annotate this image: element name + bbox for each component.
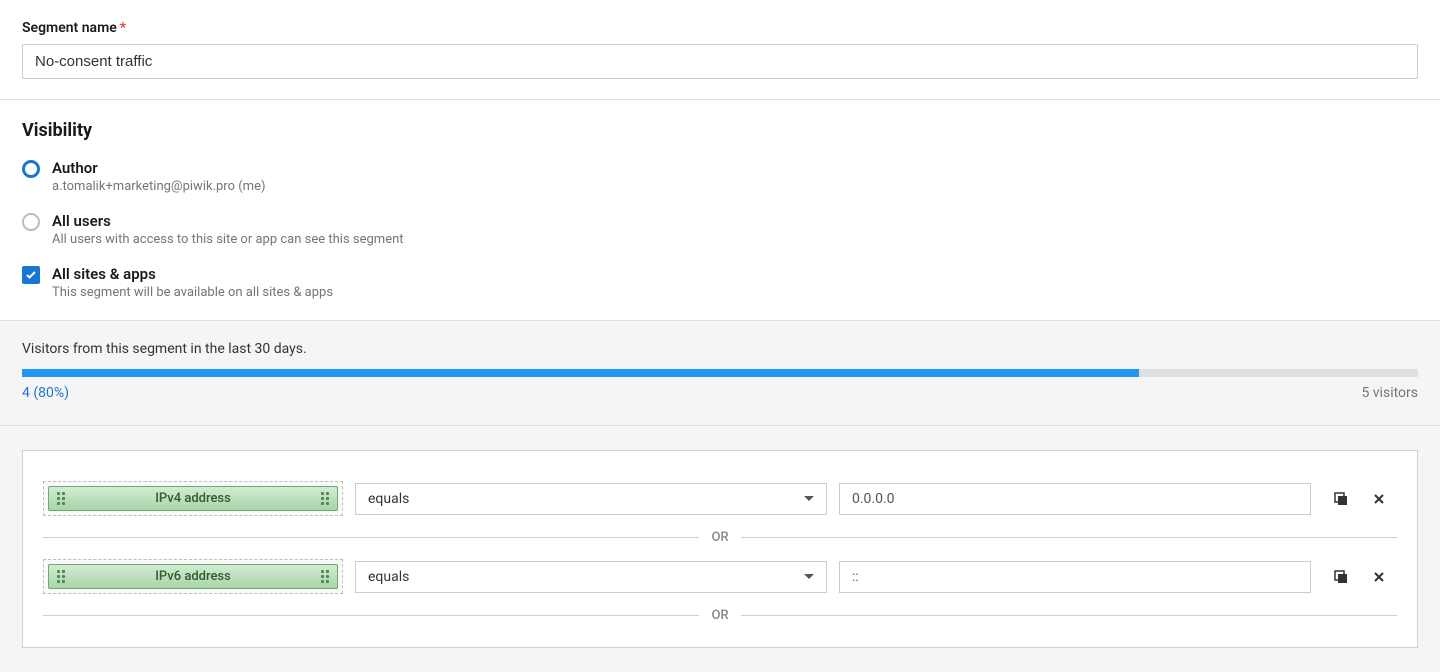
segment-name-label: Segment name* [22, 20, 1418, 36]
conditions-box: IPv4 address equals 0.0.0.0 [22, 450, 1418, 648]
progress-bar [22, 369, 1418, 377]
condition-row: IPv6 address equals :: [43, 559, 1397, 594]
author-sub: a.tomalik+marketing@piwik.pro (me) [52, 179, 266, 194]
conditions-section: IPv4 address equals 0.0.0.0 [0, 426, 1440, 672]
visibility-all-users-option[interactable]: All users All users with access to this … [22, 212, 1418, 247]
stats-section: Visitors from this segment in the last 3… [0, 321, 1440, 426]
all-sites-checkbox-option[interactable]: All sites & apps This segment will be av… [22, 265, 1418, 300]
copy-icon[interactable] [1331, 567, 1351, 587]
close-icon[interactable] [1369, 489, 1389, 509]
copy-icon[interactable] [1331, 489, 1351, 509]
stats-label: Visitors from this segment in the last 3… [22, 341, 1418, 357]
all-sites-title: All sites & apps [52, 265, 333, 283]
chevron-down-icon [804, 574, 814, 579]
dimension-label: IPv4 address [65, 491, 321, 506]
all-users-title: All users [52, 212, 404, 230]
or-label: OR [711, 530, 728, 545]
value-input[interactable]: :: [839, 561, 1311, 593]
or-label: OR [711, 608, 728, 623]
drag-handle-icon[interactable] [57, 492, 65, 505]
author-title: Author [52, 159, 266, 177]
dimension-chip-ipv4[interactable]: IPv4 address [43, 481, 343, 516]
close-icon[interactable] [1369, 567, 1389, 587]
or-divider: OR [43, 530, 1397, 545]
segment-name-input[interactable] [22, 44, 1418, 79]
drag-handle-icon[interactable] [321, 570, 329, 583]
stats-matched: 4 (80%) [22, 385, 69, 401]
operator-select[interactable]: equals [355, 483, 827, 515]
operator-value: equals [368, 491, 409, 507]
visibility-section: Visibility Author a.tomalik+marketing@pi… [0, 100, 1440, 321]
segment-name-section: Segment name* [0, 0, 1440, 100]
drag-handle-icon[interactable] [57, 570, 65, 583]
visibility-author-option[interactable]: Author a.tomalik+marketing@piwik.pro (me… [22, 159, 1418, 194]
operator-select[interactable]: equals [355, 561, 827, 593]
value-input[interactable]: 0.0.0.0 [839, 483, 1311, 515]
dimension-chip-ipv6[interactable]: IPv6 address [43, 559, 343, 594]
value-text: :: [852, 569, 859, 585]
all-users-sub: All users with access to this site or ap… [52, 232, 404, 247]
checkbox-checked-icon [22, 266, 40, 284]
chevron-down-icon [804, 496, 814, 501]
condition-row: IPv4 address equals 0.0.0.0 [43, 481, 1397, 516]
radio-icon-unselected [22, 213, 40, 231]
or-divider: OR [43, 608, 1397, 623]
operator-value: equals [368, 569, 409, 585]
progress-fill [22, 369, 1139, 377]
all-sites-sub: This segment will be available on all si… [52, 285, 333, 300]
segment-name-label-text: Segment name [22, 20, 117, 36]
stats-total: 5 visitors [1361, 385, 1418, 401]
radio-icon-selected [22, 160, 40, 178]
required-asterisk: * [120, 20, 126, 36]
value-text: 0.0.0.0 [852, 491, 895, 507]
drag-handle-icon[interactable] [321, 492, 329, 505]
dimension-label: IPv6 address [65, 569, 321, 584]
visibility-heading: Visibility [22, 120, 1418, 141]
